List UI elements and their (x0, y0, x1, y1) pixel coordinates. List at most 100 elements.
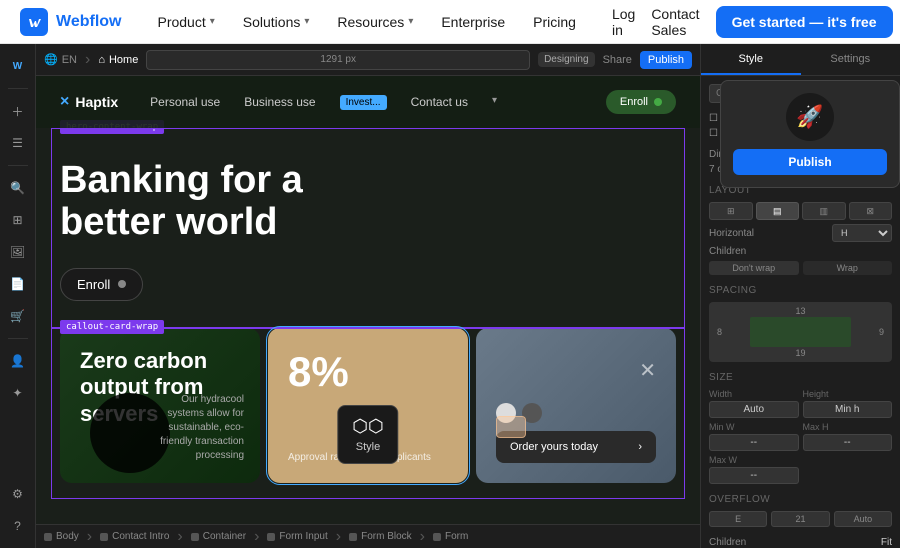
left-toolbar: W ＋ ☰ 🔍 ⊞ 🖼 📄 🛒 👤 ✦ ⚙ ? (0, 44, 36, 548)
publish-popup-icon-container: 🚀 (786, 93, 834, 141)
site-navbar: × Haptix Personal use Business use Inves… (36, 76, 700, 128)
share-button[interactable]: Share (603, 54, 632, 66)
chevron-down-icon: ▾ (492, 95, 497, 110)
height-input[interactable] (803, 401, 893, 418)
card-tan-percent: 8% (288, 348, 448, 396)
cms-icon[interactable]: 📄 (4, 270, 32, 298)
webflow-canvas[interactable]: × Haptix Personal use Business use Inves… (36, 76, 700, 524)
site-nav-contact[interactable]: Contact us (411, 95, 468, 110)
breadcrumb-dot (349, 533, 357, 541)
form-block-breadcrumb[interactable]: Form Block (349, 531, 412, 542)
min-w-label: Min W (709, 422, 799, 432)
add-element-icon[interactable]: ＋ (4, 97, 32, 125)
panel-layout: Layout ⊞ ▤ ▥ ⊠ Horizontal H Children (709, 185, 892, 275)
width-input[interactable] (709, 401, 799, 418)
max-h-label: Max H (803, 422, 893, 432)
designing-mode[interactable]: Designing (538, 52, 594, 67)
rocket-icon: 🚀 (796, 104, 823, 130)
publish-button[interactable]: Publish (640, 51, 692, 69)
contact-sales-link[interactable]: Contact Sales (651, 6, 699, 38)
overflow-item-3[interactable]: Auto (834, 511, 892, 527)
form-input-breadcrumb[interactable]: Form Input (267, 531, 327, 542)
checkbox-icon: ☐ (709, 113, 718, 124)
nav-item-product[interactable]: Product ▾ (145, 8, 226, 36)
max-w-input[interactable] (709, 467, 799, 484)
dont-wrap-label: Don't wrap (709, 261, 799, 275)
tab-style[interactable]: Style (701, 44, 801, 75)
card-metal[interactable]: ✕ Order yours today › (476, 328, 676, 483)
user-icon[interactable]: 👤 (4, 347, 32, 375)
enroll-dot-icon (654, 98, 662, 106)
layout-btn-1[interactable]: ⊞ (709, 202, 753, 220)
panel-size: Size Width Height Min W (709, 372, 892, 484)
overflow-item-1[interactable]: E (709, 511, 767, 527)
components-icon[interactable]: ⊞ (4, 206, 32, 234)
site-nav-links: Personal use Business use Invest... Cont… (150, 95, 574, 110)
editor-area: W ＋ ☰ 🔍 ⊞ 🖼 📄 🛒 👤 ✦ ⚙ ? 🌐 EN › ⌂ Home (0, 44, 900, 548)
login-link[interactable]: Log in (612, 6, 635, 38)
breadcrumb-dot (433, 533, 441, 541)
panel-overflow: Overflow E 21 Auto (709, 494, 892, 527)
home-icon: ⌂ (98, 54, 105, 66)
children-fit-label: Children (709, 537, 746, 548)
callout-label-tag: callout-card-wrap (60, 320, 164, 334)
nav-links: Product ▾ Solutions ▾ Resources ▾ Enterp… (145, 8, 587, 36)
url-bar[interactable]: 1291 px (146, 50, 530, 70)
site-nav-business[interactable]: Business use (244, 95, 315, 110)
home-breadcrumb[interactable]: ⌂ Home (98, 54, 138, 66)
overflow-item-2[interactable]: 21 (771, 511, 829, 527)
webflow-logo[interactable]: Webflow (20, 8, 121, 36)
layout-btn-2[interactable]: ▤ (756, 202, 800, 220)
panel-tabs: Style Settings 🚀 Publish (701, 44, 900, 76)
site-nav-personal[interactable]: Personal use (150, 95, 220, 110)
hero-section: hero-content-wrap Banking for a better w… (36, 128, 700, 328)
spacing-inner (750, 317, 850, 347)
card-green[interactable]: Zero carbon output from servers Our hydr… (60, 328, 260, 483)
site-enroll-button[interactable]: Enroll (606, 90, 676, 114)
min-w-input[interactable] (709, 434, 799, 451)
horizontal-select[interactable]: H (832, 224, 892, 242)
nav-item-enterprise[interactable]: Enterprise (429, 8, 517, 36)
navigator-icon[interactable]: ☰ (4, 129, 32, 157)
spacing-visual: 13 8 9 19 (709, 302, 892, 362)
style-icon: ⬡⬡ (352, 416, 383, 437)
max-h-input[interactable] (803, 434, 893, 451)
breadcrumb-sep: › (85, 51, 90, 69)
flag-icon[interactable]: 🌐 EN (44, 53, 77, 66)
interactions-icon[interactable]: ✦ (4, 379, 32, 407)
max-w-label: Max W (709, 455, 799, 465)
help-icon[interactable]: ? (4, 512, 32, 540)
publish-popup-button[interactable]: Publish (733, 149, 887, 175)
width-label: Width (709, 389, 799, 399)
chevron-down-icon: ▾ (210, 16, 215, 27)
nav-item-resources[interactable]: Resources ▾ (325, 8, 425, 36)
search-icon[interactable]: 🔍 (4, 174, 32, 202)
canvas-area: 🌐 EN › ⌂ Home 1291 px Designing Share Pu… (36, 44, 700, 548)
ecommerce-icon[interactable]: 🛒 (4, 302, 32, 330)
checkbox-icon: ☐ (709, 128, 718, 139)
canvas-top-bar: 🌐 EN › ⌂ Home 1291 px Designing Share Pu… (36, 44, 700, 76)
tab-settings[interactable]: Settings (801, 44, 900, 75)
nav-item-pricing[interactable]: Pricing (521, 8, 588, 36)
layout-btn-3[interactable]: ▥ (802, 202, 846, 220)
body-breadcrumb[interactable]: Body (44, 531, 79, 542)
hero-enroll-button[interactable]: Enroll (60, 268, 143, 301)
card-metal-chip (496, 416, 526, 438)
children-label: Children (709, 246, 746, 257)
container-breadcrumb[interactable]: Container (191, 531, 246, 542)
assets-icon[interactable]: 🖼 (4, 238, 32, 266)
nav-item-solutions[interactable]: Solutions ▾ (231, 8, 322, 36)
canvas-bottom-bar: Body › Contact Intro › Container › Form … (36, 524, 700, 548)
top-navbar: Webflow Product ▾ Solutions ▾ Resources … (0, 0, 900, 44)
form-breadcrumb[interactable]: Form (433, 531, 468, 542)
site-nav-invest[interactable]: Invest... (340, 95, 387, 110)
layout-btn-4[interactable]: ⊠ (849, 202, 893, 220)
wrap-label: Wrap (803, 261, 893, 275)
panel-spacing: Spacing 13 8 9 19 (709, 285, 892, 362)
get-started-button[interactable]: Get started — it's free (716, 6, 893, 38)
enroll-arrow-icon (118, 280, 126, 288)
settings-icon[interactable]: ⚙ (4, 480, 32, 508)
style-tooltip[interactable]: ⬡⬡ Style (337, 405, 398, 464)
contact-intro-breadcrumb[interactable]: Contact Intro (100, 531, 169, 542)
breadcrumb-dot (100, 533, 108, 541)
